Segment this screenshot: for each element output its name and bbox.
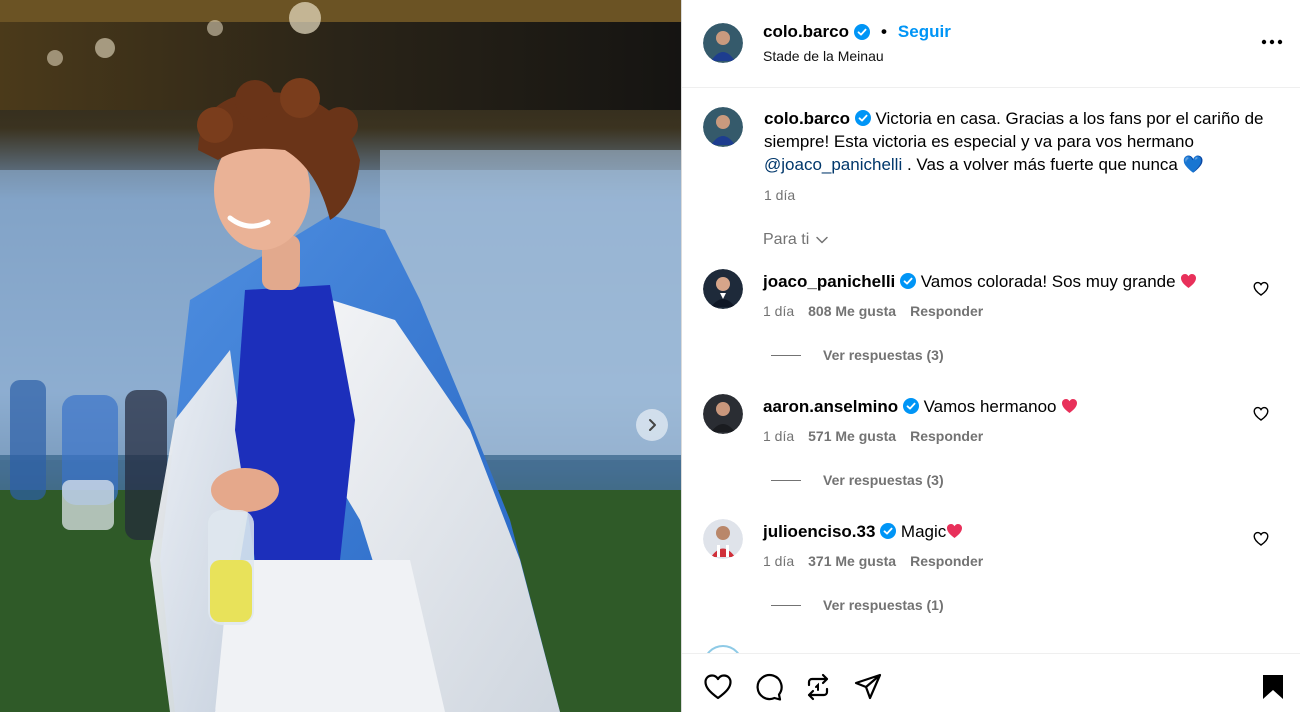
comment-meta: 1 día 808 Me gusta Responder [763,303,983,319]
caption-mention-link[interactable]: @joaco_panichelli [764,155,902,174]
reply-button[interactable]: Responder [910,553,983,569]
instagram-post-view: colo.barco • Seguir Stade de la Meinau c… [0,0,1300,712]
next-comment-avatar-partial [703,645,743,653]
verified-badge-icon [900,273,916,289]
caption-text-after: . Vas a volver más fuerte que nunca [906,155,1178,174]
replies-divider [771,479,801,481]
comment-like-button[interactable] [1253,531,1269,547]
verified-badge-icon [902,398,919,414]
post-media [0,0,681,712]
caption-avatar[interactable] [703,107,743,147]
follow-button[interactable]: Seguir [898,22,951,42]
view-replies-label: Ver respuestas (3) [823,347,944,363]
replies-divider [771,354,801,356]
next-media-button[interactable] [636,409,668,441]
comment-time[interactable]: 1 día [763,428,794,444]
comment-likes[interactable]: 371 Me gusta [808,553,896,569]
comments-filter-dropdown[interactable]: Para ti [763,231,829,249]
view-replies-label: Ver respuestas (1) [823,597,944,613]
caption-body: colo.barco Victoria en casa. Gracias a l… [764,107,1274,207]
heart-icon [704,674,732,700]
comments-list[interactable]: colo.barco Victoria en casa. Gracias a l… [682,89,1300,653]
author-avatar[interactable] [703,23,743,63]
comment-username[interactable]: aaron.anselmino [763,397,898,416]
view-replies-button[interactable]: Ver respuestas (3) [771,472,944,488]
repost-icon [807,673,829,701]
commenter-avatar[interactable] [703,394,743,434]
blue-heart-emoji: 💙 [1182,155,1204,174]
replies-divider [771,604,801,606]
comment-meta: 1 día 371 Me gusta Responder [763,553,983,569]
chevron-down-icon [816,236,828,244]
reply-button[interactable]: Responder [910,428,983,444]
comment-time[interactable]: 1 día [763,553,794,569]
comment-text: Vamos colorada! Sos muy grande [920,272,1176,291]
repost-button[interactable] [803,672,833,702]
comment-like-button[interactable] [1253,281,1269,297]
reply-button[interactable]: Responder [910,303,983,319]
comment-username[interactable]: julioenciso.33 [763,522,875,541]
comment-item: aaron.anselmino Vamos hermanoo 1 día 571… [703,394,1293,494]
chevron-right-icon [649,419,656,431]
like-button[interactable] [703,672,733,702]
view-replies-label: Ver respuestas (3) [823,472,944,488]
post-caption: colo.barco Victoria en casa. Gracias a l… [703,107,1293,207]
post-side-panel: colo.barco • Seguir Stade de la Meinau c… [681,0,1300,712]
comment-button[interactable] [753,672,783,702]
caption-text: colo.barco Victoria en casa. Gracias a l… [764,107,1274,176]
save-button[interactable] [1258,672,1288,702]
comment-text: Vamos hermanoo [923,397,1057,416]
post-location[interactable]: Stade de la Meinau [763,48,884,64]
caption-username[interactable]: colo.barco [764,109,850,128]
author-username[interactable]: colo.barco [763,22,849,42]
post-header: colo.barco • Seguir Stade de la Meinau [682,0,1300,88]
separator-dot: • [880,22,887,41]
comment-text-row: julioenciso.33 Magic [763,521,1263,543]
commenter-avatar[interactable] [703,269,743,309]
pink-heart-emoji [946,523,963,539]
comment-username[interactable]: joaco_panichelli [763,272,895,291]
more-options-icon [1261,39,1283,45]
verified-badge-icon [853,24,870,40]
commenter-avatar[interactable] [703,519,743,559]
view-replies-button[interactable]: Ver respuestas (1) [771,597,944,613]
pink-heart-emoji [1180,273,1197,289]
heart-icon [1253,281,1269,296]
comment-like-button[interactable] [1253,406,1269,422]
more-options-button[interactable] [1256,30,1288,54]
verified-badge-icon [880,523,897,539]
comment-icon [756,673,783,701]
comment-meta: 1 día 571 Me gusta Responder [763,428,983,444]
comments-filter-label: Para ti [763,231,810,248]
comment-item: joaco_panichelli Vamos colorada! Sos muy… [703,269,1293,369]
heart-icon [1253,406,1269,421]
share-button[interactable] [853,672,883,702]
author-row: colo.barco • Seguir [763,22,951,42]
post-photo [0,0,681,712]
pink-heart-emoji [1061,398,1078,414]
comment-item: julioenciso.33 Magic 1 día 371 Me gusta … [703,519,1293,619]
comment-time[interactable]: 1 día [763,303,794,319]
view-replies-button[interactable]: Ver respuestas (3) [771,347,944,363]
heart-icon [1253,531,1269,546]
comment-likes[interactable]: 808 Me gusta [808,303,896,319]
comment-text: Magic [900,522,947,541]
caption-time[interactable]: 1 día [764,184,1274,207]
comment-text-row: aaron.anselmino Vamos hermanoo [763,396,1263,418]
share-icon [854,673,882,700]
post-action-bar [682,653,1300,712]
bookmark-icon [1263,675,1283,699]
comment-likes[interactable]: 571 Me gusta [808,428,896,444]
verified-badge-icon [854,110,871,126]
comment-text-row: joaco_panichelli Vamos colorada! Sos muy… [763,271,1263,293]
